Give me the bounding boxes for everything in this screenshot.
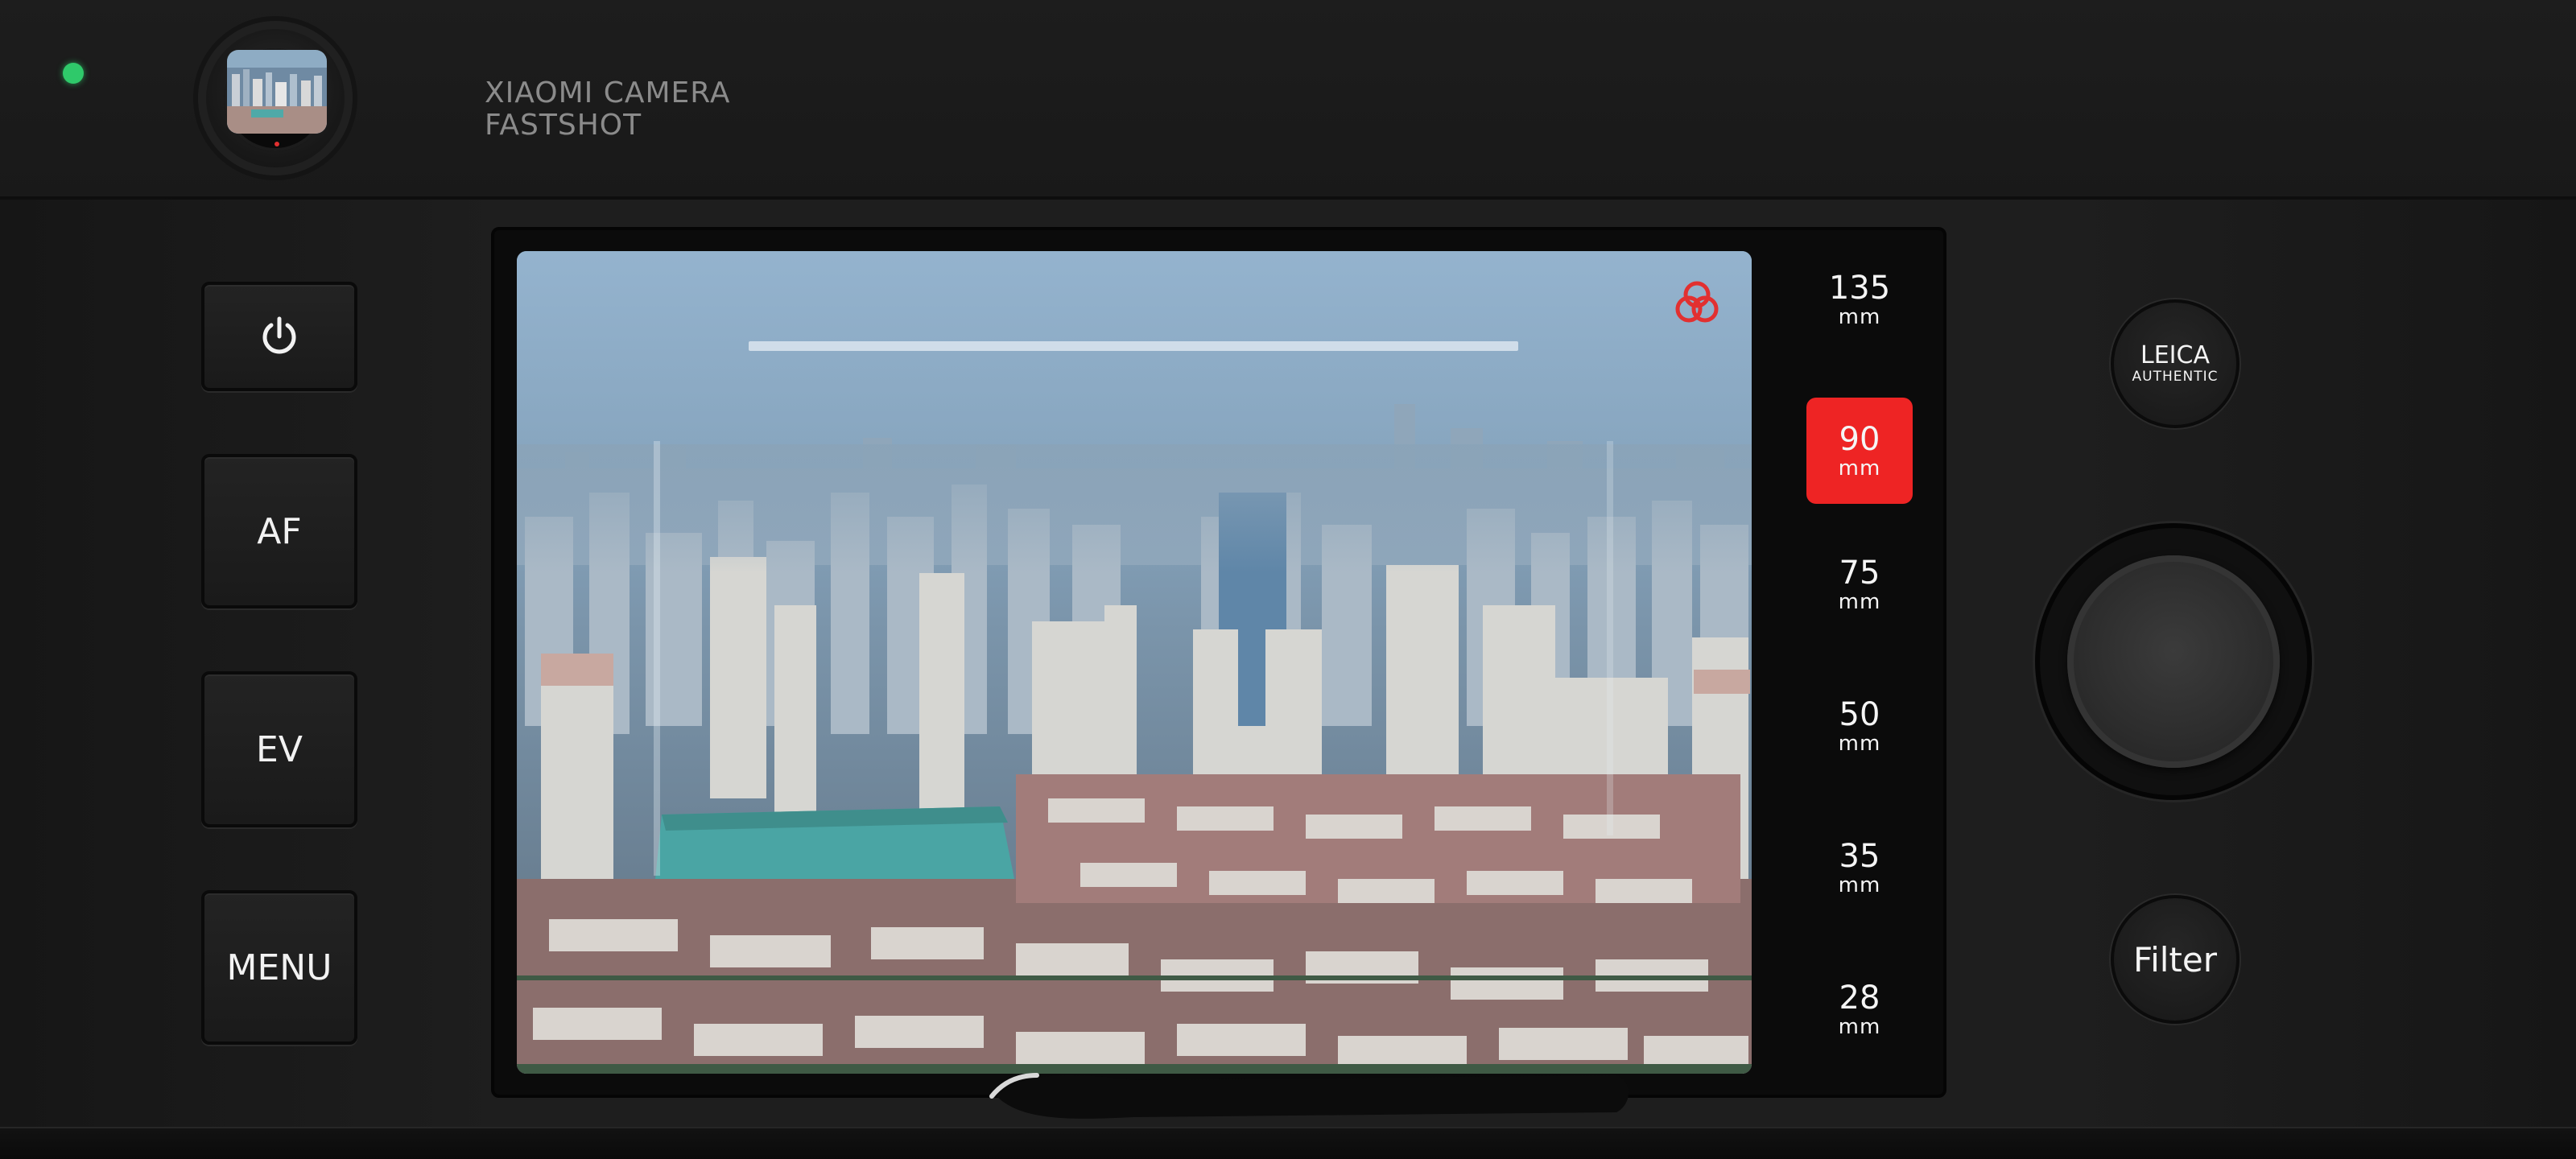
record-dot-icon [275, 142, 279, 146]
af-button[interactable]: AF [201, 454, 357, 608]
frame-line-top [749, 341, 1518, 351]
camera-strap [989, 1073, 1629, 1119]
status-indicator-icon [63, 63, 84, 84]
shutter-button[interactable] [2067, 555, 2280, 768]
focal-135mm-button[interactable]: 135 mm [1806, 246, 1913, 353]
focal-value: 135 [1828, 270, 1891, 307]
ev-button[interactable]: EV [201, 671, 357, 827]
focal-value: 35 [1839, 838, 1880, 875]
focal-unit: mm [1838, 456, 1881, 481]
frame-line-left [654, 441, 660, 876]
focal-90mm-button[interactable]: 90 mm [1806, 398, 1913, 504]
authentic-label: AUTHENTIC [2132, 369, 2219, 385]
camera-viewfinder[interactable] [517, 251, 1752, 1074]
leica-label: LEICA [2140, 341, 2210, 369]
focal-unit: mm [1838, 873, 1881, 897]
focal-value: 50 [1839, 696, 1880, 733]
top-bar [0, 0, 2576, 200]
power-icon [262, 316, 296, 354]
focal-28mm-button[interactable]: 28 mm [1806, 956, 1913, 1062]
focal-unit: mm [1838, 732, 1881, 756]
focal-value: 90 [1839, 421, 1880, 458]
brand-title-line2: FASTSHOT [485, 109, 642, 142]
focal-50mm-button[interactable]: 50 mm [1806, 673, 1913, 779]
viewfinder-scene [517, 251, 1752, 1074]
color-filter-icon-graphic [1675, 281, 1719, 323]
focal-unit: mm [1838, 590, 1881, 614]
focal-35mm-button[interactable]: 35 mm [1806, 815, 1913, 921]
leica-authentic-button[interactable]: LEICA AUTHENTIC [2111, 299, 2240, 428]
focal-value: 28 [1839, 980, 1880, 1017]
power-button[interactable] [201, 282, 357, 391]
brand-title-line1: XIAOMI CAMERA [485, 76, 731, 109]
filter-button[interactable]: Filter [2111, 895, 2240, 1024]
focal-value: 75 [1839, 555, 1880, 592]
bottom-strip [0, 1127, 2576, 1159]
last-photo-thumbnail[interactable] [227, 50, 327, 134]
frame-line-right [1607, 441, 1613, 835]
focal-unit: mm [1838, 305, 1881, 329]
thumbnail-image [227, 50, 327, 134]
color-filter-icon[interactable] [1671, 277, 1723, 328]
menu-button[interactable]: MENU [201, 890, 357, 1045]
focal-unit: mm [1838, 1015, 1881, 1039]
focal-75mm-button[interactable]: 75 mm [1806, 531, 1913, 637]
